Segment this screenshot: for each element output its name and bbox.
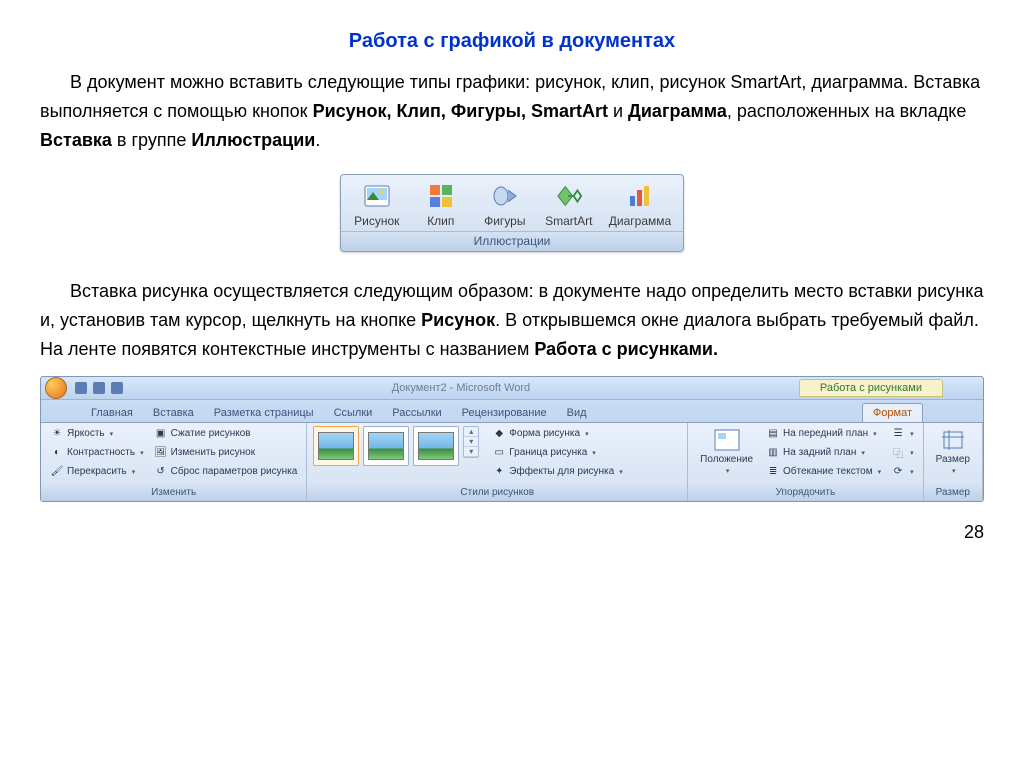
- tab-references[interactable]: Ссылки: [324, 404, 383, 422]
- change-icon: 🖼: [154, 446, 168, 460]
- tab-mailings[interactable]: Рассылки: [382, 404, 451, 422]
- ribbon-button-chart[interactable]: Диаграмма: [601, 179, 679, 231]
- group-arrange-label: Упорядочить: [688, 485, 922, 501]
- group-button[interactable]: ⿻▾: [888, 445, 917, 461]
- undo-icon[interactable]: [93, 382, 105, 394]
- word-ribbon: Документ2 - Microsoft Word Работа с рису…: [40, 376, 984, 502]
- picture-style-3[interactable]: [413, 426, 459, 466]
- brightness-button[interactable]: ☀Яркость▾: [47, 426, 147, 442]
- tab-format[interactable]: Формат: [862, 403, 923, 422]
- recolor-icon: 🖌: [50, 465, 64, 479]
- paragraph-2: Вставка рисунка осуществляется следующим…: [40, 277, 984, 363]
- crop-icon: [939, 428, 967, 452]
- ribbon-button-picture[interactable]: Рисунок: [345, 179, 409, 231]
- clip-icon: [427, 182, 455, 210]
- picture-icon: [363, 182, 391, 210]
- shape-icon: ◆: [492, 427, 506, 441]
- effects-icon: ✦: [492, 465, 506, 479]
- group-adjust-label: Изменить: [41, 485, 306, 501]
- front-icon: ▤: [766, 427, 780, 441]
- tab-page-layout[interactable]: Разметка страницы: [204, 404, 324, 422]
- send-back-button[interactable]: ▥На задний план▾: [763, 445, 884, 461]
- tab-insert[interactable]: Вставка: [143, 404, 204, 422]
- rotate-button[interactable]: ⟳▾: [888, 464, 917, 480]
- illustrations-ribbon-group: Рисунок Клип Фигуры SmartArt: [40, 174, 984, 252]
- chart-icon: [626, 182, 654, 210]
- contrast-icon: ◐: [50, 446, 64, 460]
- position-button[interactable]: Положение▾: [694, 426, 759, 477]
- group-styles-label: Стили рисунков: [307, 485, 687, 501]
- window-title: Документ2 - Microsoft Word: [123, 382, 799, 394]
- compress-button[interactable]: ▣Сжатие рисунков: [151, 426, 301, 442]
- ribbon-button-shapes[interactable]: Фигуры: [473, 179, 537, 231]
- wrap-icon: ≣: [766, 465, 780, 479]
- picture-style-2[interactable]: [363, 426, 409, 466]
- ribbon-group-label: Иллюстрации: [341, 231, 683, 251]
- back-icon: ▥: [766, 446, 780, 460]
- save-icon[interactable]: [75, 382, 87, 394]
- contrast-button[interactable]: ◐Контрастность▾: [47, 445, 147, 461]
- ribbon-button-clip[interactable]: Клип: [409, 179, 473, 231]
- tab-review[interactable]: Рецензирование: [452, 404, 557, 422]
- page-title: Работа с графикой в документах: [40, 30, 984, 53]
- office-button[interactable]: [45, 377, 67, 399]
- redo-icon[interactable]: [111, 382, 123, 394]
- tab-view[interactable]: Вид: [557, 404, 597, 422]
- tab-home[interactable]: Главная: [81, 404, 143, 422]
- group-size-label: Размер: [924, 485, 982, 501]
- gallery-scroll[interactable]: ▴▾▾: [463, 426, 479, 458]
- reset-icon: ↺: [154, 465, 168, 479]
- size-button[interactable]: Размер▾: [930, 426, 976, 477]
- contextual-tab-title: Работа с рисунками: [799, 379, 943, 397]
- paragraph-1: В документ можно вставить следующие типы…: [40, 68, 984, 154]
- quick-access-toolbar[interactable]: [75, 382, 123, 394]
- reset-picture-button[interactable]: ↺Сброс параметров рисунка: [151, 464, 301, 480]
- align-icon: ☰: [891, 427, 905, 441]
- ribbon-tabs: Главная Вставка Разметка страницы Ссылки…: [41, 400, 983, 423]
- picture-effects-button[interactable]: ✦Эффекты для рисунка▾: [489, 464, 625, 480]
- text-wrap-button[interactable]: ≣Обтекание текстом▾: [763, 464, 884, 480]
- picture-border-button[interactable]: ▭Граница рисунка▾: [489, 445, 625, 461]
- recolor-button[interactable]: 🖌Перекрасить▾: [47, 464, 147, 480]
- border-icon: ▭: [492, 446, 506, 460]
- page-number: 28: [40, 522, 984, 543]
- smartart-icon: [555, 182, 583, 210]
- position-icon: [713, 428, 741, 452]
- bring-front-button[interactable]: ▤На передний план▾: [763, 426, 884, 442]
- shapes-icon: [491, 182, 519, 210]
- compress-icon: ▣: [154, 427, 168, 441]
- picture-shape-button[interactable]: ◆Форма рисунка▾: [489, 426, 625, 442]
- rotate-icon: ⟳: [891, 465, 905, 479]
- sun-icon: ☀: [50, 427, 64, 441]
- group-icon: ⿻: [891, 446, 905, 460]
- align-button[interactable]: ☰▾: [888, 426, 917, 442]
- picture-style-1[interactable]: [313, 426, 359, 466]
- ribbon-button-smartart[interactable]: SmartArt: [537, 179, 601, 231]
- change-picture-button[interactable]: 🖼Изменить рисунок: [151, 445, 301, 461]
